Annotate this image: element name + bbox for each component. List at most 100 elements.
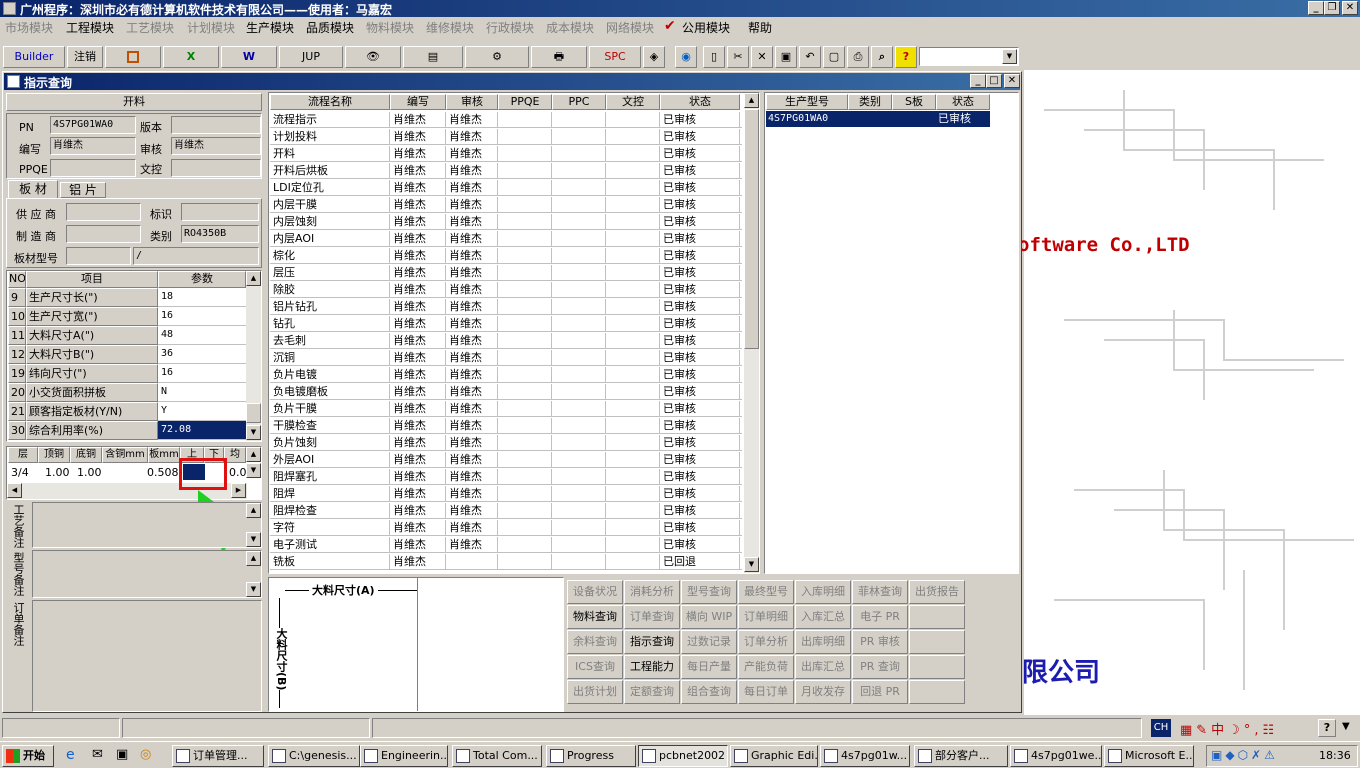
param-grid[interactable]: NO 项目 参数 ▲ ▼ 9 生产尺寸长(") 18 10 生产尺寸宽(") 16 11 大料… <box>6 270 262 442</box>
layer-header-cell[interactable]: 板mm <box>148 447 180 463</box>
layer-header-cell[interactable]: 顶铜 <box>38 447 70 463</box>
param-value-cell[interactable]: 36 <box>158 345 246 364</box>
flow-row[interactable]: 阻焊塞孔 肖维杰 肖维杰 已审核 <box>270 468 742 485</box>
flow-row[interactable]: 钻孔 肖维杰 肖维杰 已审核 <box>270 315 742 332</box>
model-row-selected[interactable]: 4S7PG01WA0 已审核 <box>766 111 990 127</box>
flow-row[interactable]: 外层AOI 肖维杰 肖维杰 已审核 <box>270 451 742 468</box>
note-scroll-up-icon[interactable]: ▲ <box>246 503 261 518</box>
param-value-cell[interactable]: 16 <box>158 364 246 383</box>
flow-row[interactable]: 开料后烘板 肖维杰 肖维杰 已审核 <box>270 162 742 179</box>
flow-row[interactable]: 开料 肖维杰 肖维杰 已审核 <box>270 145 742 162</box>
param-header-no[interactable]: NO <box>8 271 26 288</box>
minimize-button[interactable]: _ <box>1308 1 1324 15</box>
task-button[interactable]: 4s7pg01we... <box>1010 745 1102 767</box>
desktop-icon[interactable]: ▣ <box>116 747 128 762</box>
query-button[interactable]: 型号查询 <box>681 580 737 604</box>
ie-icon[interactable]: e <box>66 747 75 763</box>
flow-row[interactable]: 去毛刺 肖维杰 肖维杰 已审核 <box>270 332 742 349</box>
flow-row[interactable]: 棕化 肖维杰 肖维杰 已审核 <box>270 247 742 264</box>
delete-icon[interactable]: ✕ <box>751 46 773 68</box>
report-icon[interactable] <box>105 46 161 68</box>
menu-item-7[interactable]: 维修模块 <box>426 19 474 36</box>
query-button[interactable]: 余料查询 <box>567 630 623 654</box>
query-button[interactable] <box>909 630 965 654</box>
flow-row[interactable]: 负电镀磨板 肖维杰 肖维杰 已审核 <box>270 383 742 400</box>
tool-icon-a[interactable]: ◈ <box>643 46 665 68</box>
pn-field[interactable]: 4S7PG01WA0 <box>50 116 136 134</box>
doc-field[interactable] <box>171 159 261 177</box>
undo-icon[interactable]: ↶ <box>799 46 821 68</box>
category-field[interactable]: RO4350B <box>181 225 259 243</box>
mark-field[interactable] <box>181 203 259 221</box>
spc-button[interactable]: SPC <box>589 46 641 68</box>
menu-item-6[interactable]: 物料模块 <box>366 19 414 36</box>
model-field-2[interactable]: / <box>133 247 259 265</box>
param-value-cell[interactable]: 16 <box>158 307 246 326</box>
layer-header-cell[interactable]: 均 <box>224 447 246 463</box>
network-icon[interactable]: ⚙ <box>465 46 529 68</box>
task-button[interactable]: Engineerin... <box>360 745 448 767</box>
param-scrollbar[interactable]: ▲ ▼ <box>246 271 261 441</box>
menu-item-3[interactable]: 计划模块 <box>187 19 235 36</box>
save-icon[interactable]: ▣ <box>775 46 797 68</box>
flow-header-cell[interactable]: PPC <box>552 94 606 110</box>
task-button[interactable]: C:\genesis... <box>268 745 360 767</box>
flow-header-cell[interactable]: PPQE <box>498 94 552 110</box>
param-value-cell[interactable]: 72.08 <box>158 421 246 440</box>
model-header-model[interactable]: 生产型号 <box>766 94 848 110</box>
layer-header-cell[interactable]: 底铜 <box>70 447 102 463</box>
flow-row[interactable]: 阻焊 肖维杰 肖维杰 已审核 <box>270 485 742 502</box>
flow-row[interactable]: 内层AOI 肖维杰 肖维杰 已审核 <box>270 230 742 247</box>
task-button[interactable]: Total Com... <box>452 745 542 767</box>
menu-item-0[interactable]: 市场模块 <box>5 19 53 36</box>
layer-scroll-up-icon[interactable]: ▲ <box>246 447 261 462</box>
restore-button[interactable]: ❐ <box>1324 1 1340 15</box>
outlook-icon[interactable]: ✉ <box>92 747 103 762</box>
find-icon[interactable]: ⌕ <box>871 46 893 68</box>
query-button[interactable]: 产能负荷 <box>738 655 794 679</box>
scroll-thumb[interactable] <box>246 403 261 423</box>
layer-scroll-down-icon[interactable]: ▼ <box>246 463 261 478</box>
author-field[interactable]: 肖维杰 <box>50 137 136 155</box>
flow-header-cell[interactable]: 流程名称 <box>270 94 390 110</box>
menu-item-8[interactable]: 行政模块 <box>486 19 534 36</box>
flow-scroll-up-icon[interactable]: ▲ <box>744 93 759 108</box>
window-minimize-button[interactable]: _ <box>970 74 986 88</box>
word-icon[interactable]: W <box>221 46 277 68</box>
task-button[interactable]: Progress <box>546 745 636 767</box>
query-button[interactable] <box>909 680 965 704</box>
query-button[interactable]: 工程能力 <box>624 655 680 679</box>
logout-button[interactable]: 注销 <box>67 46 103 68</box>
flow-grid[interactable]: 流程名称 编写 审核 PPQE PPC 文控 状态 流程指示 肖维杰 肖维杰 已审核 计划投料 肖维杰… <box>268 92 760 574</box>
tool-icon-b[interactable]: ◉ <box>675 46 697 68</box>
eye-icon[interactable]: 👁 <box>345 46 401 68</box>
query-button[interactable]: 回退 PR <box>852 680 908 704</box>
model-field[interactable] <box>66 247 131 265</box>
app-icon[interactable] <box>3 2 16 15</box>
flow-row[interactable]: 内层干膜 肖维杰 肖维杰 已审核 <box>270 196 742 213</box>
scroll-up-icon[interactable]: ▲ <box>246 271 261 286</box>
task-button[interactable]: 订单管理... <box>172 745 264 767</box>
note-scroll-down-icon[interactable]: ▼ <box>246 582 261 597</box>
printer-icon[interactable]: 🖶 <box>531 46 587 68</box>
tab-aluminum[interactable]: 铝 片 <box>60 182 106 198</box>
query-button[interactable] <box>909 655 965 679</box>
query-button[interactable]: 出货计划 <box>567 680 623 704</box>
menu-item-9[interactable]: 成本模块 <box>546 19 594 36</box>
menu-item-12[interactable]: 帮助 <box>748 19 772 36</box>
menu-item-2[interactable]: 工艺模块 <box>126 19 174 36</box>
model-grid[interactable]: 生产型号 类别 S板 状态 4S7PG01WA0 已审核 <box>764 92 1019 574</box>
query-button[interactable]: 订单明细 <box>738 605 794 629</box>
flow-row[interactable]: 除胶 肖维杰 肖维杰 已审核 <box>270 281 742 298</box>
query-button[interactable]: 出库汇总 <box>795 655 851 679</box>
layer-header-cell[interactable]: 含铜mm <box>102 447 148 463</box>
flow-header-cell[interactable]: 审核 <box>446 94 498 110</box>
task-button[interactable]: Microsoft E... <box>1104 745 1194 767</box>
query-button[interactable]: 消耗分析 <box>624 580 680 604</box>
query-button[interactable]: 组合查询 <box>681 680 737 704</box>
menu-item-11[interactable]: 公用模块 <box>682 19 730 36</box>
query-button[interactable]: 最终型号 <box>738 580 794 604</box>
menu-item-5[interactable]: 品质模块 <box>306 19 354 36</box>
clock[interactable]: 18:36 <box>1319 749 1351 762</box>
query-button[interactable]: 过数记录 <box>681 630 737 654</box>
